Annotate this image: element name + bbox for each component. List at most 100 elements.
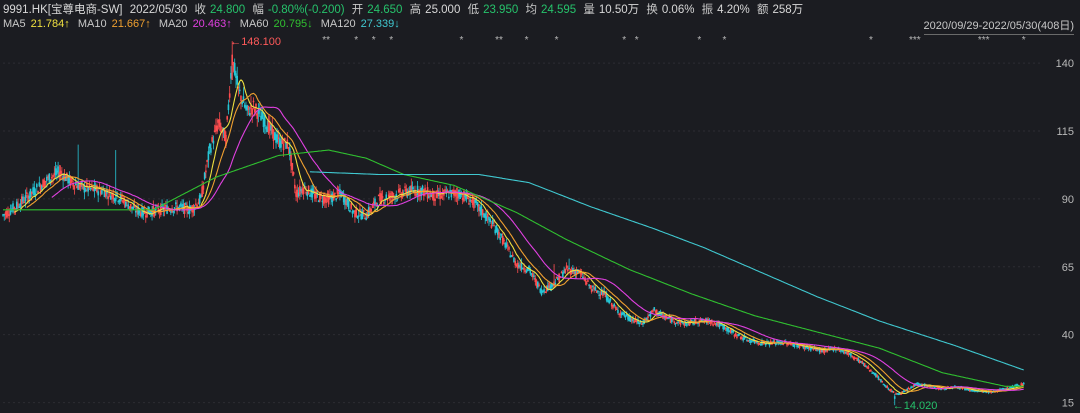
low-marker: ←14.020 bbox=[893, 400, 938, 412]
event-marker: * bbox=[722, 35, 726, 46]
event-marker: * bbox=[372, 35, 376, 46]
candle-body bbox=[198, 195, 201, 204]
candle-body bbox=[357, 215, 360, 218]
candle-body bbox=[810, 347, 812, 351]
candle-body bbox=[608, 300, 610, 304]
candle-body bbox=[542, 290, 544, 293]
y-tick-label: 15 bbox=[1062, 398, 1074, 410]
candle-body bbox=[721, 324, 723, 327]
candle-body bbox=[622, 311, 624, 315]
candle-body bbox=[311, 188, 314, 198]
candle-body bbox=[1016, 384, 1019, 386]
candle-body bbox=[554, 283, 557, 285]
candle-body bbox=[33, 187, 36, 196]
candle-body bbox=[28, 195, 31, 199]
candle-body bbox=[945, 388, 947, 391]
candle-body bbox=[12, 203, 14, 213]
candle-body bbox=[677, 321, 679, 323]
candle-body bbox=[374, 198, 376, 206]
candle-body bbox=[903, 390, 906, 393]
candle-body bbox=[1009, 386, 1011, 389]
candle-body bbox=[200, 194, 202, 198]
candle-body bbox=[732, 330, 734, 333]
candle-body bbox=[480, 206, 483, 215]
candle-body bbox=[479, 207, 481, 212]
candle-body bbox=[862, 362, 865, 365]
candle-body bbox=[629, 316, 632, 322]
candle-body bbox=[513, 257, 515, 263]
candle-body bbox=[893, 396, 896, 399]
candle-body bbox=[902, 391, 905, 393]
event-marker: ** bbox=[322, 35, 330, 46]
candle-body bbox=[533, 275, 535, 277]
candle-body bbox=[731, 330, 733, 333]
event-marker: * bbox=[525, 35, 529, 46]
candle-body bbox=[170, 211, 172, 213]
candle-body bbox=[261, 111, 264, 119]
event-marker: * bbox=[697, 35, 701, 46]
candle-body bbox=[536, 281, 539, 288]
candle-body bbox=[911, 386, 914, 388]
candle-body bbox=[3, 213, 6, 216]
candle-body bbox=[872, 372, 875, 374]
candle-body bbox=[89, 187, 92, 190]
candle-body bbox=[934, 386, 936, 389]
candle-body bbox=[356, 215, 359, 219]
candle-body bbox=[233, 62, 236, 75]
candle-body bbox=[262, 118, 265, 128]
candle-body bbox=[494, 229, 497, 234]
candle-body bbox=[15, 201, 18, 210]
candle-body bbox=[84, 189, 87, 192]
candle-body bbox=[562, 272, 564, 278]
candle-body bbox=[265, 126, 267, 130]
candle-body bbox=[896, 393, 899, 395]
candle-body bbox=[686, 324, 688, 326]
candle-body bbox=[187, 211, 190, 214]
candle-body bbox=[1005, 387, 1008, 390]
candle-body bbox=[940, 388, 942, 391]
event-marker: * bbox=[622, 35, 626, 46]
candle-body bbox=[243, 104, 246, 108]
candle-body bbox=[230, 72, 232, 79]
candle-body bbox=[448, 196, 450, 199]
candle-body bbox=[726, 327, 728, 332]
candle-body bbox=[246, 105, 249, 111]
candle-body bbox=[727, 327, 729, 332]
ma60-line bbox=[3, 149, 1024, 387]
candle-body bbox=[597, 290, 599, 293]
candle-body bbox=[172, 210, 175, 213]
candle-body bbox=[483, 214, 485, 218]
candle-body bbox=[592, 285, 594, 288]
event-marker: * bbox=[459, 35, 463, 46]
candle-body bbox=[428, 196, 430, 198]
candle-body bbox=[807, 347, 810, 349]
candle-body bbox=[742, 338, 744, 341]
candle-body bbox=[245, 106, 247, 110]
candle-body bbox=[342, 195, 345, 203]
candle-body bbox=[113, 198, 116, 202]
candle-body bbox=[309, 195, 311, 197]
candle-body bbox=[910, 386, 912, 389]
candle-body bbox=[306, 191, 309, 197]
candle-body bbox=[67, 177, 69, 184]
candlestick-chart[interactable]: 14011590654015** * * * * ** * * * * * * * *** *** *←148… bbox=[0, 0, 1080, 413]
candle-body bbox=[594, 287, 597, 291]
candle-body bbox=[500, 234, 503, 236]
candle-body bbox=[469, 199, 471, 202]
candle-body bbox=[967, 389, 970, 391]
candle-body bbox=[321, 200, 324, 203]
candle-body bbox=[127, 204, 130, 209]
candle-body bbox=[871, 372, 874, 374]
candle-body bbox=[134, 210, 137, 213]
candle-body bbox=[885, 386, 887, 388]
event-marker: ** bbox=[495, 35, 503, 46]
y-tick-label: 115 bbox=[1056, 126, 1074, 138]
candle-body bbox=[474, 199, 476, 203]
candle-body bbox=[131, 206, 133, 209]
candle-body bbox=[932, 386, 935, 388]
candle-body bbox=[793, 344, 796, 348]
candle-body bbox=[2, 214, 4, 216]
candle-body bbox=[738, 334, 741, 336]
candle-body bbox=[97, 191, 99, 196]
candle-body bbox=[774, 343, 777, 345]
